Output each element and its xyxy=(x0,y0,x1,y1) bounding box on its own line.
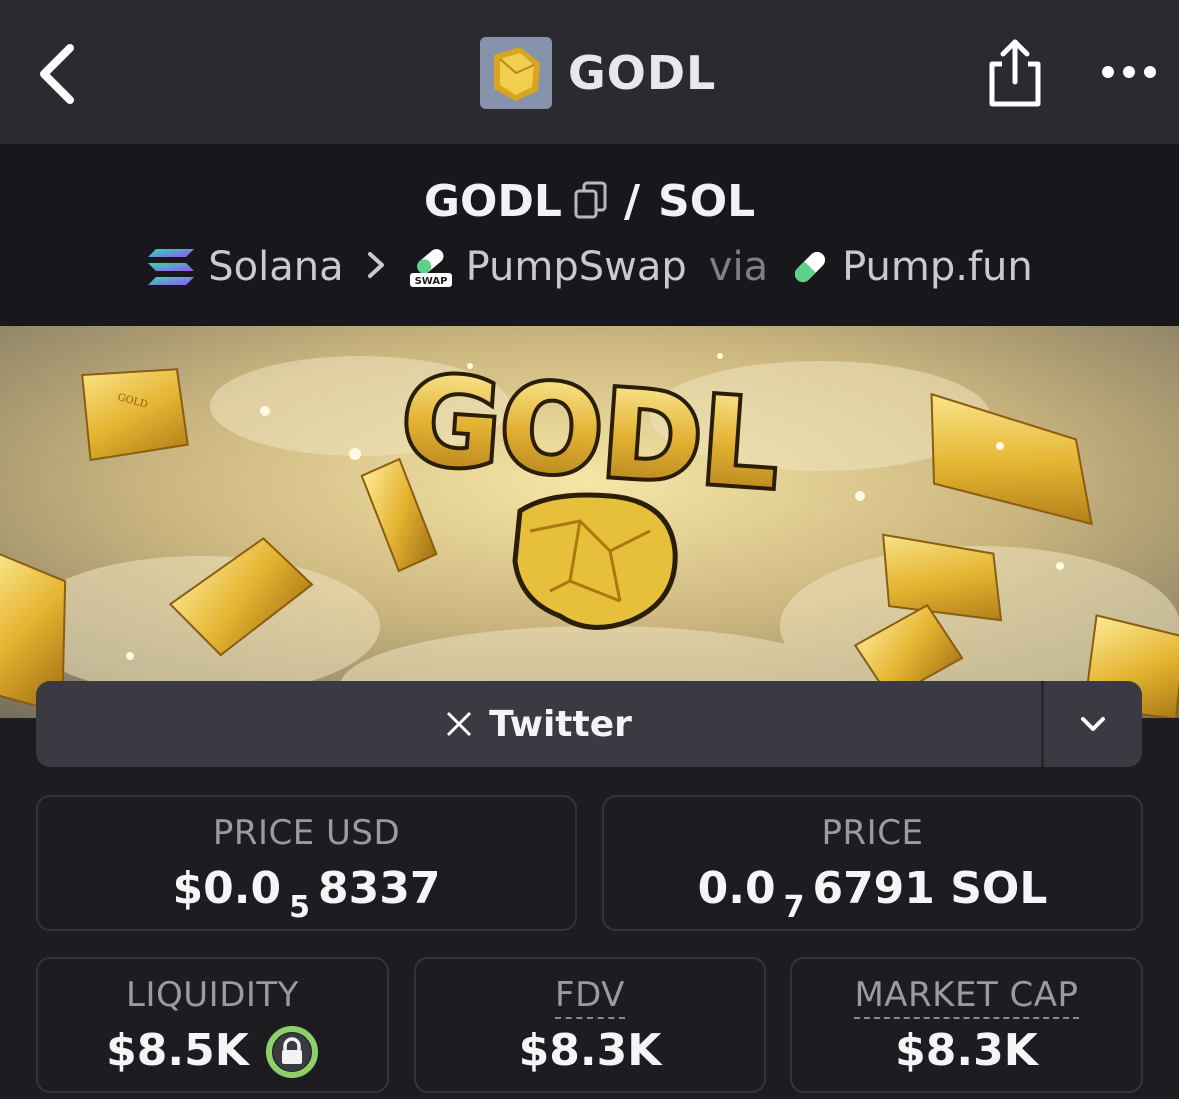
market-cap-card[interactable]: MARKET CAP $8.3K xyxy=(790,957,1143,1093)
share-button[interactable] xyxy=(984,36,1046,108)
fdv-card[interactable]: FDV $8.3K xyxy=(414,957,766,1093)
twitter-button[interactable]: Twitter xyxy=(36,681,1041,767)
copy-icon[interactable] xyxy=(574,181,608,221)
dex-name: PumpSwap xyxy=(465,244,687,290)
chevron-right-icon xyxy=(366,244,386,290)
top-nav-bar: GODL xyxy=(0,0,1179,144)
solana-icon xyxy=(148,249,195,285)
token-avatar xyxy=(480,37,552,109)
liquidity-value-row: $8.5K xyxy=(38,1025,387,1079)
price-sol-value: 0.0 7 6791 SOL xyxy=(697,863,1048,925)
chain-name: Solana xyxy=(208,244,344,290)
social-links-bar: Twitter xyxy=(36,681,1142,767)
socials-dropdown-button[interactable] xyxy=(1041,681,1142,767)
liquidity-locked-icon[interactable] xyxy=(265,1025,319,1079)
pumpswap-icon: SWAP xyxy=(409,249,452,287)
fdv-value: $8.3K xyxy=(518,1025,662,1076)
price-sol-zero-count: 7 xyxy=(783,890,805,925)
pair-title: GODL / SOL xyxy=(0,172,1179,230)
dex-link-pumpswap[interactable]: SWAP PumpSwap xyxy=(408,244,687,290)
back-button[interactable] xyxy=(30,40,90,106)
quote-token-symbol: SOL xyxy=(658,175,756,227)
pill-icon xyxy=(795,251,826,283)
fdv-label: FDV xyxy=(555,975,625,1019)
more-options-button[interactable] xyxy=(1098,52,1162,92)
market-cap-label: MARKET CAP xyxy=(854,975,1079,1019)
token-banner-image: GOLD GODL xyxy=(0,326,1179,718)
launchpad-name: Pump.fun xyxy=(842,244,1033,290)
godl-banner-logo: GODL xyxy=(393,347,786,520)
gold-fist-illustration xyxy=(512,492,678,630)
via-text: via xyxy=(708,244,769,290)
pair-separator: / xyxy=(623,175,641,227)
market-cap-value: $8.3K xyxy=(895,1025,1038,1076)
price-usd-card: PRICE USD $0.0 5 8337 xyxy=(36,795,577,931)
share-icon xyxy=(989,39,1041,107)
price-sol-label: PRICE xyxy=(821,813,924,853)
chevron-down-icon xyxy=(1081,717,1105,731)
more-dots-icon xyxy=(1102,66,1156,78)
base-token-symbol: GODL xyxy=(423,175,562,227)
chain-link-solana[interactable]: Solana xyxy=(146,244,344,290)
x-logo-icon xyxy=(447,711,472,737)
price-usd-value: $0.0 5 8337 xyxy=(172,863,441,925)
token-title: GODL xyxy=(480,36,716,110)
price-sol-card: PRICE 0.0 7 6791 SOL xyxy=(602,795,1143,931)
twitter-label: Twitter xyxy=(489,703,632,745)
swap-badge-text: SWAP xyxy=(414,276,447,287)
chain-breadcrumb: Solana SWAP PumpSwap via Pump.fun xyxy=(0,238,1179,296)
page-title: GODL xyxy=(568,46,717,100)
price-usd-label: PRICE USD xyxy=(212,813,401,853)
launchpad-link-pumpfun[interactable]: Pump.fun xyxy=(790,244,1033,290)
chevron-left-icon xyxy=(40,44,74,104)
price-usd-zero-count: 5 xyxy=(289,890,310,925)
svg-text:GODL: GODL xyxy=(397,351,782,516)
liquidity-label: LIQUIDITY xyxy=(126,975,299,1015)
liquidity-value: $8.5K xyxy=(106,1025,249,1076)
liquidity-card: LIQUIDITY $8.5K xyxy=(36,957,389,1093)
